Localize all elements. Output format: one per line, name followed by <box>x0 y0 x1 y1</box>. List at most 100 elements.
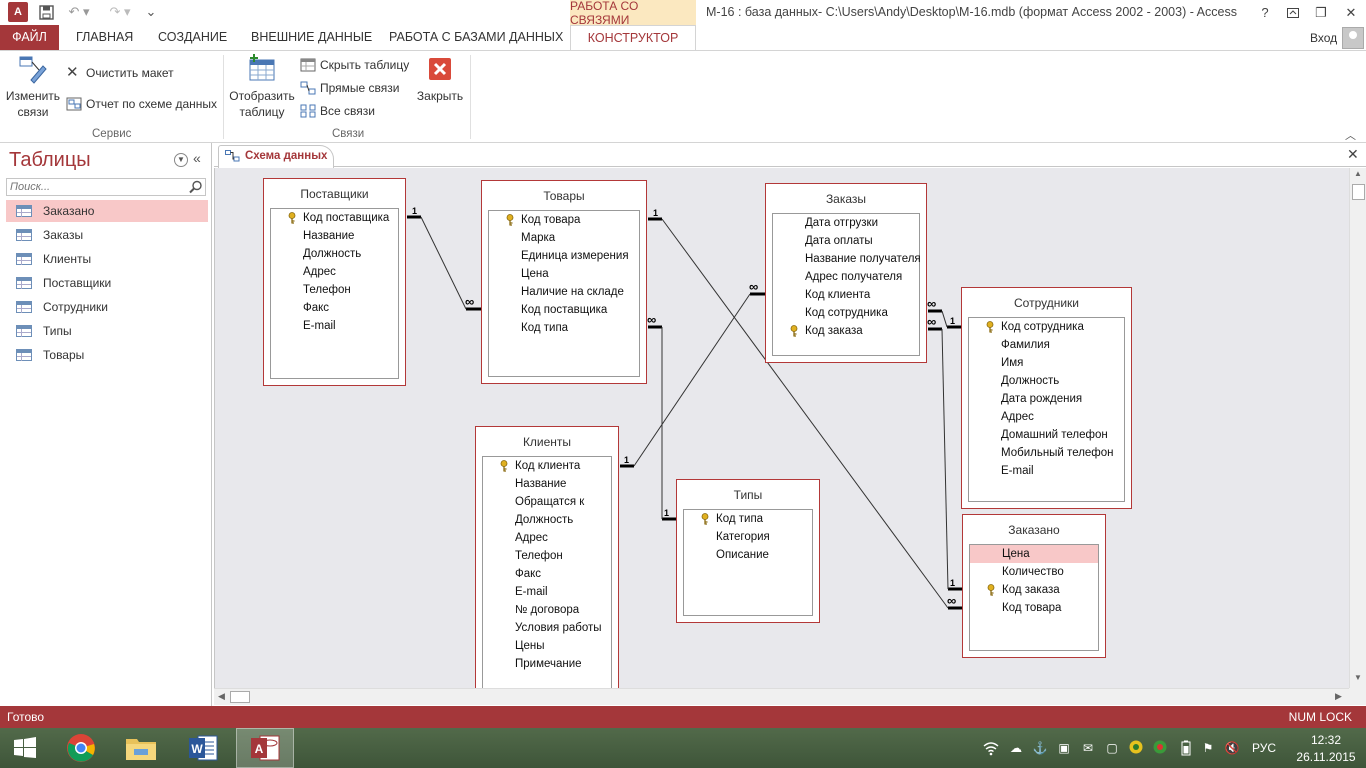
field-row[interactable]: Код товара <box>970 599 1098 617</box>
field-row[interactable]: Название получателя <box>773 250 921 268</box>
clock-date[interactable]: 26.11.2015 <box>1293 750 1359 764</box>
field-row[interactable]: Код клиента <box>483 457 611 475</box>
field-list[interactable]: Код типа Категория Описание <box>683 509 813 616</box>
field-row[interactable]: Цена <box>970 545 1098 563</box>
field-row[interactable]: Фамилия <box>969 336 1124 354</box>
antivirus-icon[interactable] <box>1152 740 1168 756</box>
onedrive-icon[interactable]: ☁ <box>1008 740 1024 756</box>
field-row[interactable]: Адрес <box>969 408 1124 426</box>
nav-menu-dropdown-icon[interactable]: ▼ <box>174 153 188 167</box>
start-button[interactable] <box>0 728 50 768</box>
field-row[interactable]: Код заказа <box>970 581 1098 599</box>
field-list[interactable]: Код поставщика Название Должность Адрес Теле… <box>270 208 399 379</box>
all-links-button[interactable]: Все связи <box>300 101 375 121</box>
field-row[interactable]: № договора <box>483 601 611 619</box>
field-row[interactable]: Адрес <box>483 529 611 547</box>
field-row[interactable]: E-mail <box>483 583 611 601</box>
security-icon[interactable] <box>1128 740 1144 756</box>
table-window-products[interactable]: Товары Код товара Марка Единица измерения Ц… <box>481 180 647 384</box>
field-list[interactable]: Дата отгрузки Дата оплаты Название получат… <box>772 213 921 356</box>
show-table-button[interactable]: Отобразить таблицу <box>228 54 296 120</box>
field-row[interactable]: Примечание <box>483 655 611 673</box>
chrome-taskbar-button[interactable] <box>52 728 110 768</box>
search-icon[interactable] <box>189 180 203 194</box>
field-row[interactable]: Название <box>483 475 611 493</box>
close-document-icon[interactable]: ✕ <box>1347 146 1359 163</box>
field-row[interactable]: E-mail <box>271 317 398 335</box>
battery-icon[interactable] <box>1178 740 1194 756</box>
nav-collapse-icon[interactable]: « <box>193 150 201 166</box>
relationship-report-button[interactable]: Отчет по схеме данных <box>66 94 217 114</box>
mail-icon[interactable]: ✉ <box>1080 740 1096 756</box>
nav-search-input[interactable] <box>6 178 206 196</box>
scroll-up-icon[interactable]: ▲ <box>1352 169 1364 181</box>
relationship-suppliers-products[interactable] <box>420 216 467 310</box>
field-row[interactable]: Дата оплаты <box>773 232 919 250</box>
nav-item-table[interactable]: Клиенты <box>6 248 208 270</box>
collapse-ribbon-icon[interactable]: ︿ <box>1345 127 1356 143</box>
word-taskbar-button[interactable]: W <box>174 728 232 768</box>
field-row[interactable]: Должность <box>271 245 398 263</box>
field-row[interactable]: Домашний телефон <box>969 426 1124 444</box>
field-row[interactable]: Количество <box>970 563 1098 581</box>
field-row[interactable]: Должность <box>969 372 1124 390</box>
tab-external-data[interactable]: ВНЕШНИЕ ДАННЫЕ <box>241 25 382 50</box>
table-window-employees[interactable]: Сотрудники Код сотрудника Фамилия Имя Должн… <box>961 287 1132 509</box>
field-list[interactable]: Цена Количество Код заказа Код товара <box>969 544 1099 651</box>
field-row[interactable]: Код типа <box>684 510 812 528</box>
relationships-canvas[interactable]: 1 ∞ 1 ∞ 1 ∞ ∞ 1 ∞ 1 ∞ 1 Поставщики Код поставщика На… <box>214 168 1349 688</box>
field-row[interactable]: Наличие на складе <box>489 283 639 301</box>
relationship-orders-ordered[interactable] <box>941 328 949 590</box>
field-row[interactable]: Код сотрудника <box>969 318 1124 336</box>
user-avatar[interactable] <box>1342 27 1364 49</box>
customize-toolbar-icon[interactable]: ⌄ <box>145 2 157 22</box>
tab-constructor[interactable]: КОНСТРУКТОР <box>570 25 696 51</box>
field-list[interactable]: Код сотрудника Фамилия Имя Должность Дата ро… <box>968 317 1125 502</box>
nav-item-table[interactable]: Заказы <box>6 224 208 246</box>
field-row[interactable]: Адрес <box>271 263 398 281</box>
field-row[interactable]: Условия работы <box>483 619 611 637</box>
window-icon[interactable]: ▢ <box>1104 740 1120 756</box>
field-row[interactable]: Телефон <box>271 281 398 299</box>
field-row[interactable]: E-mail <box>969 462 1124 480</box>
scroll-right-icon[interactable]: ▶ <box>1335 691 1342 702</box>
tab-file[interactable]: ФАЙЛ <box>0 25 59 50</box>
field-row[interactable]: Код клиента <box>773 286 919 304</box>
nav-item-table[interactable]: Заказано <box>6 200 208 222</box>
field-row[interactable]: Телефон <box>483 547 611 565</box>
field-row[interactable]: Цена <box>489 265 639 283</box>
field-row[interactable]: Код сотрудника <box>773 304 919 322</box>
nav-item-table[interactable]: Поставщики <box>6 272 208 294</box>
field-row[interactable]: Код товара <box>489 211 639 229</box>
field-row[interactable]: Должность <box>483 511 611 529</box>
close-relationships-button[interactable]: Закрыть <box>412 54 468 104</box>
close-window-button[interactable]: ✕ <box>1336 0 1366 25</box>
field-row[interactable]: Дата отгрузки <box>773 214 919 232</box>
field-row[interactable]: Категория <box>684 528 812 546</box>
field-row[interactable]: Описание <box>684 546 812 564</box>
clock-time[interactable]: 12:32 <box>1305 733 1347 747</box>
field-row[interactable]: Единица измерения <box>489 247 639 265</box>
tab-relationships[interactable]: Схема данных <box>218 145 334 168</box>
vertical-scroll-thumb[interactable] <box>1352 184 1365 200</box>
tab-create[interactable]: СОЗДАНИЕ <box>148 25 237 50</box>
field-row[interactable]: Адрес получателя <box>773 268 919 286</box>
flag-icon[interactable]: ⚑ <box>1200 740 1216 756</box>
field-row[interactable]: Мобильный телефон <box>969 444 1124 462</box>
nav-item-table[interactable]: Сотрудники <box>6 296 208 318</box>
tray-app-icon[interactable]: ⚓ <box>1032 740 1048 756</box>
field-row[interactable]: Цены <box>483 637 611 655</box>
redo-icon[interactable]: ↷ ▾ <box>107 2 133 22</box>
horizontal-scrollbar[interactable]: ◀ ▶ <box>214 688 1349 705</box>
vertical-scrollbar[interactable]: ▲ ▼ <box>1349 168 1366 688</box>
save-icon[interactable] <box>38 2 54 22</box>
horizontal-scroll-thumb[interactable] <box>230 691 250 703</box>
field-row[interactable]: Марка <box>489 229 639 247</box>
table-window-suppliers[interactable]: Поставщики Код поставщика Название Должнос… <box>263 178 406 386</box>
clear-layout-button[interactable]: ✕ Очистить макет <box>66 63 174 83</box>
access-taskbar-button[interactable]: A <box>236 728 294 768</box>
scroll-left-icon[interactable]: ◀ <box>218 691 225 702</box>
undo-icon[interactable]: ↶ ▾ <box>66 2 92 22</box>
field-row[interactable]: Имя <box>969 354 1124 372</box>
nav-item-table[interactable]: Товары <box>6 344 208 366</box>
